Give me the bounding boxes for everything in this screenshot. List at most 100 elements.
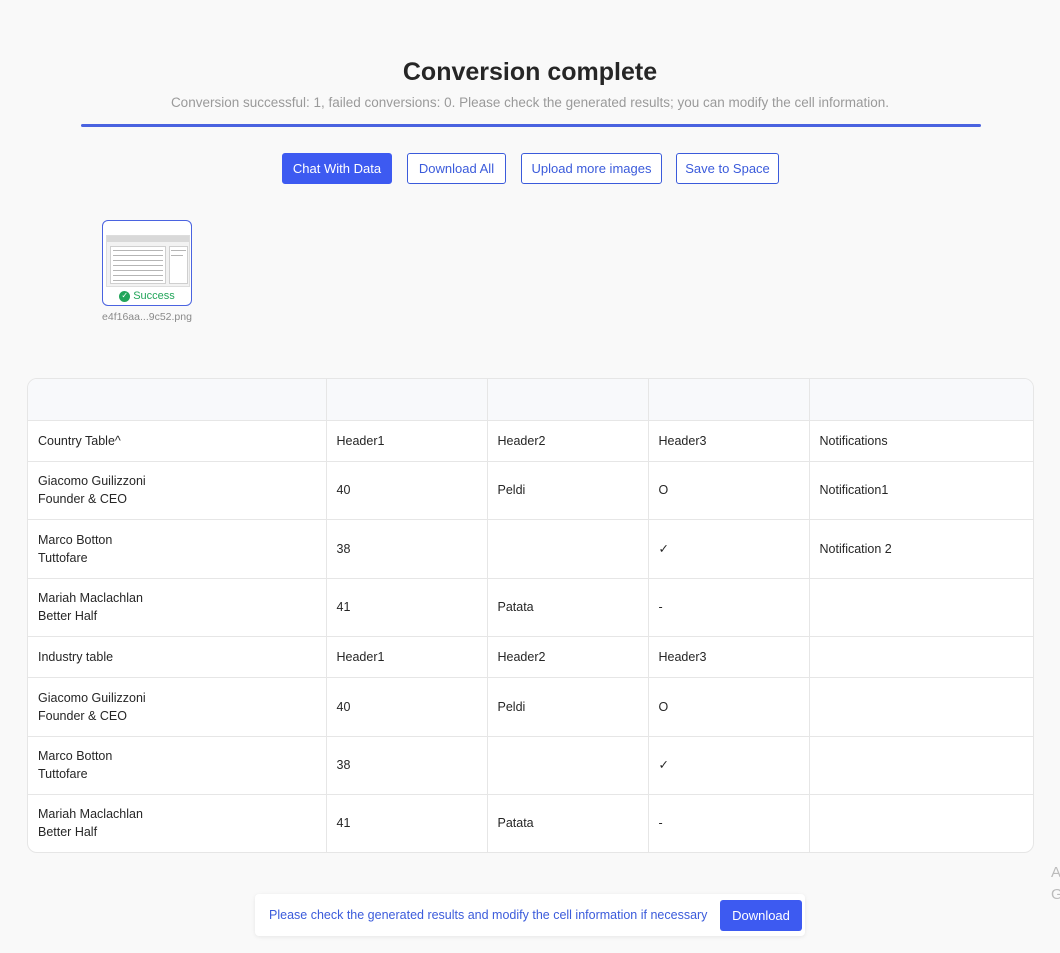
download-all-button[interactable]: Download All	[407, 153, 506, 184]
cell-text: Notification 2	[819, 541, 892, 556]
check-circle-icon: ✓	[119, 290, 131, 302]
cell-text: Better Half	[38, 609, 98, 623]
cell-text: Giacomo Guilizzoni	[38, 474, 146, 488]
table-cell[interactable]: 38	[326, 736, 488, 795]
result-table: Country Table^ Header1 Header2 Header3 Notif…	[27, 378, 1034, 853]
table-cell[interactable]	[648, 379, 810, 421]
table-cell[interactable]: ✓	[648, 736, 810, 795]
table-cell[interactable]: Country Table^	[28, 420, 327, 462]
cell-text: Founder & CEO	[38, 708, 127, 723]
cell-text: Country Table^	[38, 433, 121, 448]
cell-text: O	[658, 483, 669, 497]
cell-text: Header1	[336, 433, 385, 448]
table-cell[interactable]: O	[648, 677, 810, 737]
table-cell[interactable]	[28, 379, 327, 421]
page-title: Conversion complete	[402, 58, 658, 86]
table-cell[interactable]	[809, 636, 1033, 678]
file-thumbnail[interactable]: ✓ Success	[102, 220, 192, 306]
thumbnail-image	[106, 235, 190, 287]
cell-text: Header3	[658, 433, 707, 448]
table-cell[interactable]: 40	[326, 677, 488, 737]
cell-text: Header2	[497, 433, 546, 448]
cell-text: Tuttofare	[38, 550, 88, 565]
table-cell[interactable]: Patata	[487, 794, 649, 852]
upload-more-images-button[interactable]: Upload more images	[521, 153, 662, 184]
table-cell[interactable]: Header3	[648, 420, 810, 462]
download-button[interactable]: Download	[720, 900, 802, 931]
cell-text: Notification1	[819, 483, 889, 497]
table-cell[interactable]: Giacomo Guilizzoni Founder & CEO	[28, 461, 327, 520]
table-cell[interactable]: Giacomo Guilizzoni Founder & CEO	[28, 677, 327, 737]
chat-with-data-button[interactable]: Chat With Data	[282, 153, 392, 184]
table-cell[interactable]	[809, 578, 1033, 637]
edge-text-line: G	[1051, 886, 1060, 903]
save-to-space-button[interactable]: Save to Space	[676, 153, 779, 184]
cell-text: 38	[336, 758, 351, 772]
table-cell[interactable]: Industry table	[28, 636, 327, 678]
cell-text: Better Half	[38, 825, 98, 840]
cell-text: Peldi	[497, 699, 526, 714]
page: Conversion complete Conversion successfu…	[0, 0, 1060, 953]
cell-text: Header2	[497, 649, 546, 664]
cell-text: O	[658, 699, 669, 714]
cell-text: Header3	[658, 649, 707, 664]
table-row: Country Table^ Header1 Header2 Header3 Notif…	[28, 420, 1033, 462]
table-cell[interactable]: 41	[326, 794, 488, 852]
table-cell[interactable]: Notification1	[809, 461, 1033, 520]
table-cell[interactable]: Notification 2	[809, 519, 1033, 579]
table-cell[interactable]: 38	[326, 519, 488, 579]
cell-text: 40	[336, 699, 351, 714]
table-cell[interactable]: Mariah Maclachlan Better Half	[28, 578, 327, 637]
cell-text: -	[658, 600, 663, 614]
download-prompt-bar: Please check the generated results and m…	[255, 894, 805, 936]
cell-text: Mariah Maclachlan	[38, 807, 143, 822]
table-row: Mariah Maclachlan Better Half 41 Patata -	[28, 578, 1033, 637]
table-cell[interactable]: 40	[326, 461, 488, 520]
cell-text: Notifications	[819, 433, 888, 448]
table-cell[interactable]: Notifications	[809, 420, 1033, 462]
table-cell[interactable]: Header3	[648, 636, 810, 678]
cell-text: Marco Botton	[38, 749, 113, 763]
cell-text: Patata	[497, 816, 534, 831]
edge-text-line: A	[1051, 864, 1060, 881]
edge-text: A G	[1051, 862, 1060, 906]
table-cell[interactable]	[326, 379, 488, 421]
cell-text: Peldi	[497, 483, 526, 497]
table-cell[interactable]: ✓	[648, 519, 810, 579]
table-header-row	[28, 379, 1033, 421]
table-cell[interactable]: Peldi	[487, 461, 649, 520]
cell-text: Giacomo Guilizzoni	[38, 690, 146, 705]
file-name: e4f16aa...9c52.png	[102, 311, 192, 323]
cell-text: ✓	[658, 541, 669, 556]
table-cell[interactable]: Header2	[487, 636, 649, 678]
download-prompt-message: Please check the generated results and m…	[269, 908, 708, 922]
table-cell[interactable]	[487, 519, 649, 579]
table-cell[interactable]	[809, 379, 1033, 421]
table-row: Industry table Header1 Header2 Header3	[28, 636, 1033, 678]
table-cell[interactable]: Patata	[487, 578, 649, 637]
table-cell[interactable]: Header1	[326, 636, 488, 678]
table-cell[interactable]: Marco Botton Tuttofare	[28, 736, 327, 795]
file-status-label: Success	[133, 290, 175, 302]
table-cell[interactable]: Header2	[487, 420, 649, 462]
table-cell[interactable]	[809, 736, 1033, 795]
table-cell[interactable]: Marco Botton Tuttofare	[28, 519, 327, 579]
table-cell[interactable]: Mariah Maclachlan Better Half	[28, 794, 327, 852]
table-cell[interactable]: 41	[326, 578, 488, 637]
table-cell[interactable]	[809, 794, 1033, 852]
table-cell[interactable]: -	[648, 578, 810, 637]
table-cell[interactable]: Peldi	[487, 677, 649, 737]
table-cell[interactable]: -	[648, 794, 810, 852]
table-cell[interactable]	[487, 379, 649, 421]
cell-text: -	[658, 816, 663, 831]
table-row: Giacomo Guilizzoni Founder & CEO 40 Peldi O	[28, 677, 1033, 737]
cell-text: 41	[336, 600, 351, 614]
table-cell[interactable]: O	[648, 461, 810, 520]
table-row: Giacomo Guilizzoni Founder & CEO 40 Peldi O N…	[28, 461, 1033, 520]
cell-text: 40	[336, 483, 351, 497]
table-cell[interactable]: Header1	[326, 420, 488, 462]
table-cell[interactable]	[809, 677, 1033, 737]
file-status: ✓ Success	[103, 290, 191, 302]
table-cell[interactable]	[487, 736, 649, 795]
progress-bar	[81, 124, 981, 127]
